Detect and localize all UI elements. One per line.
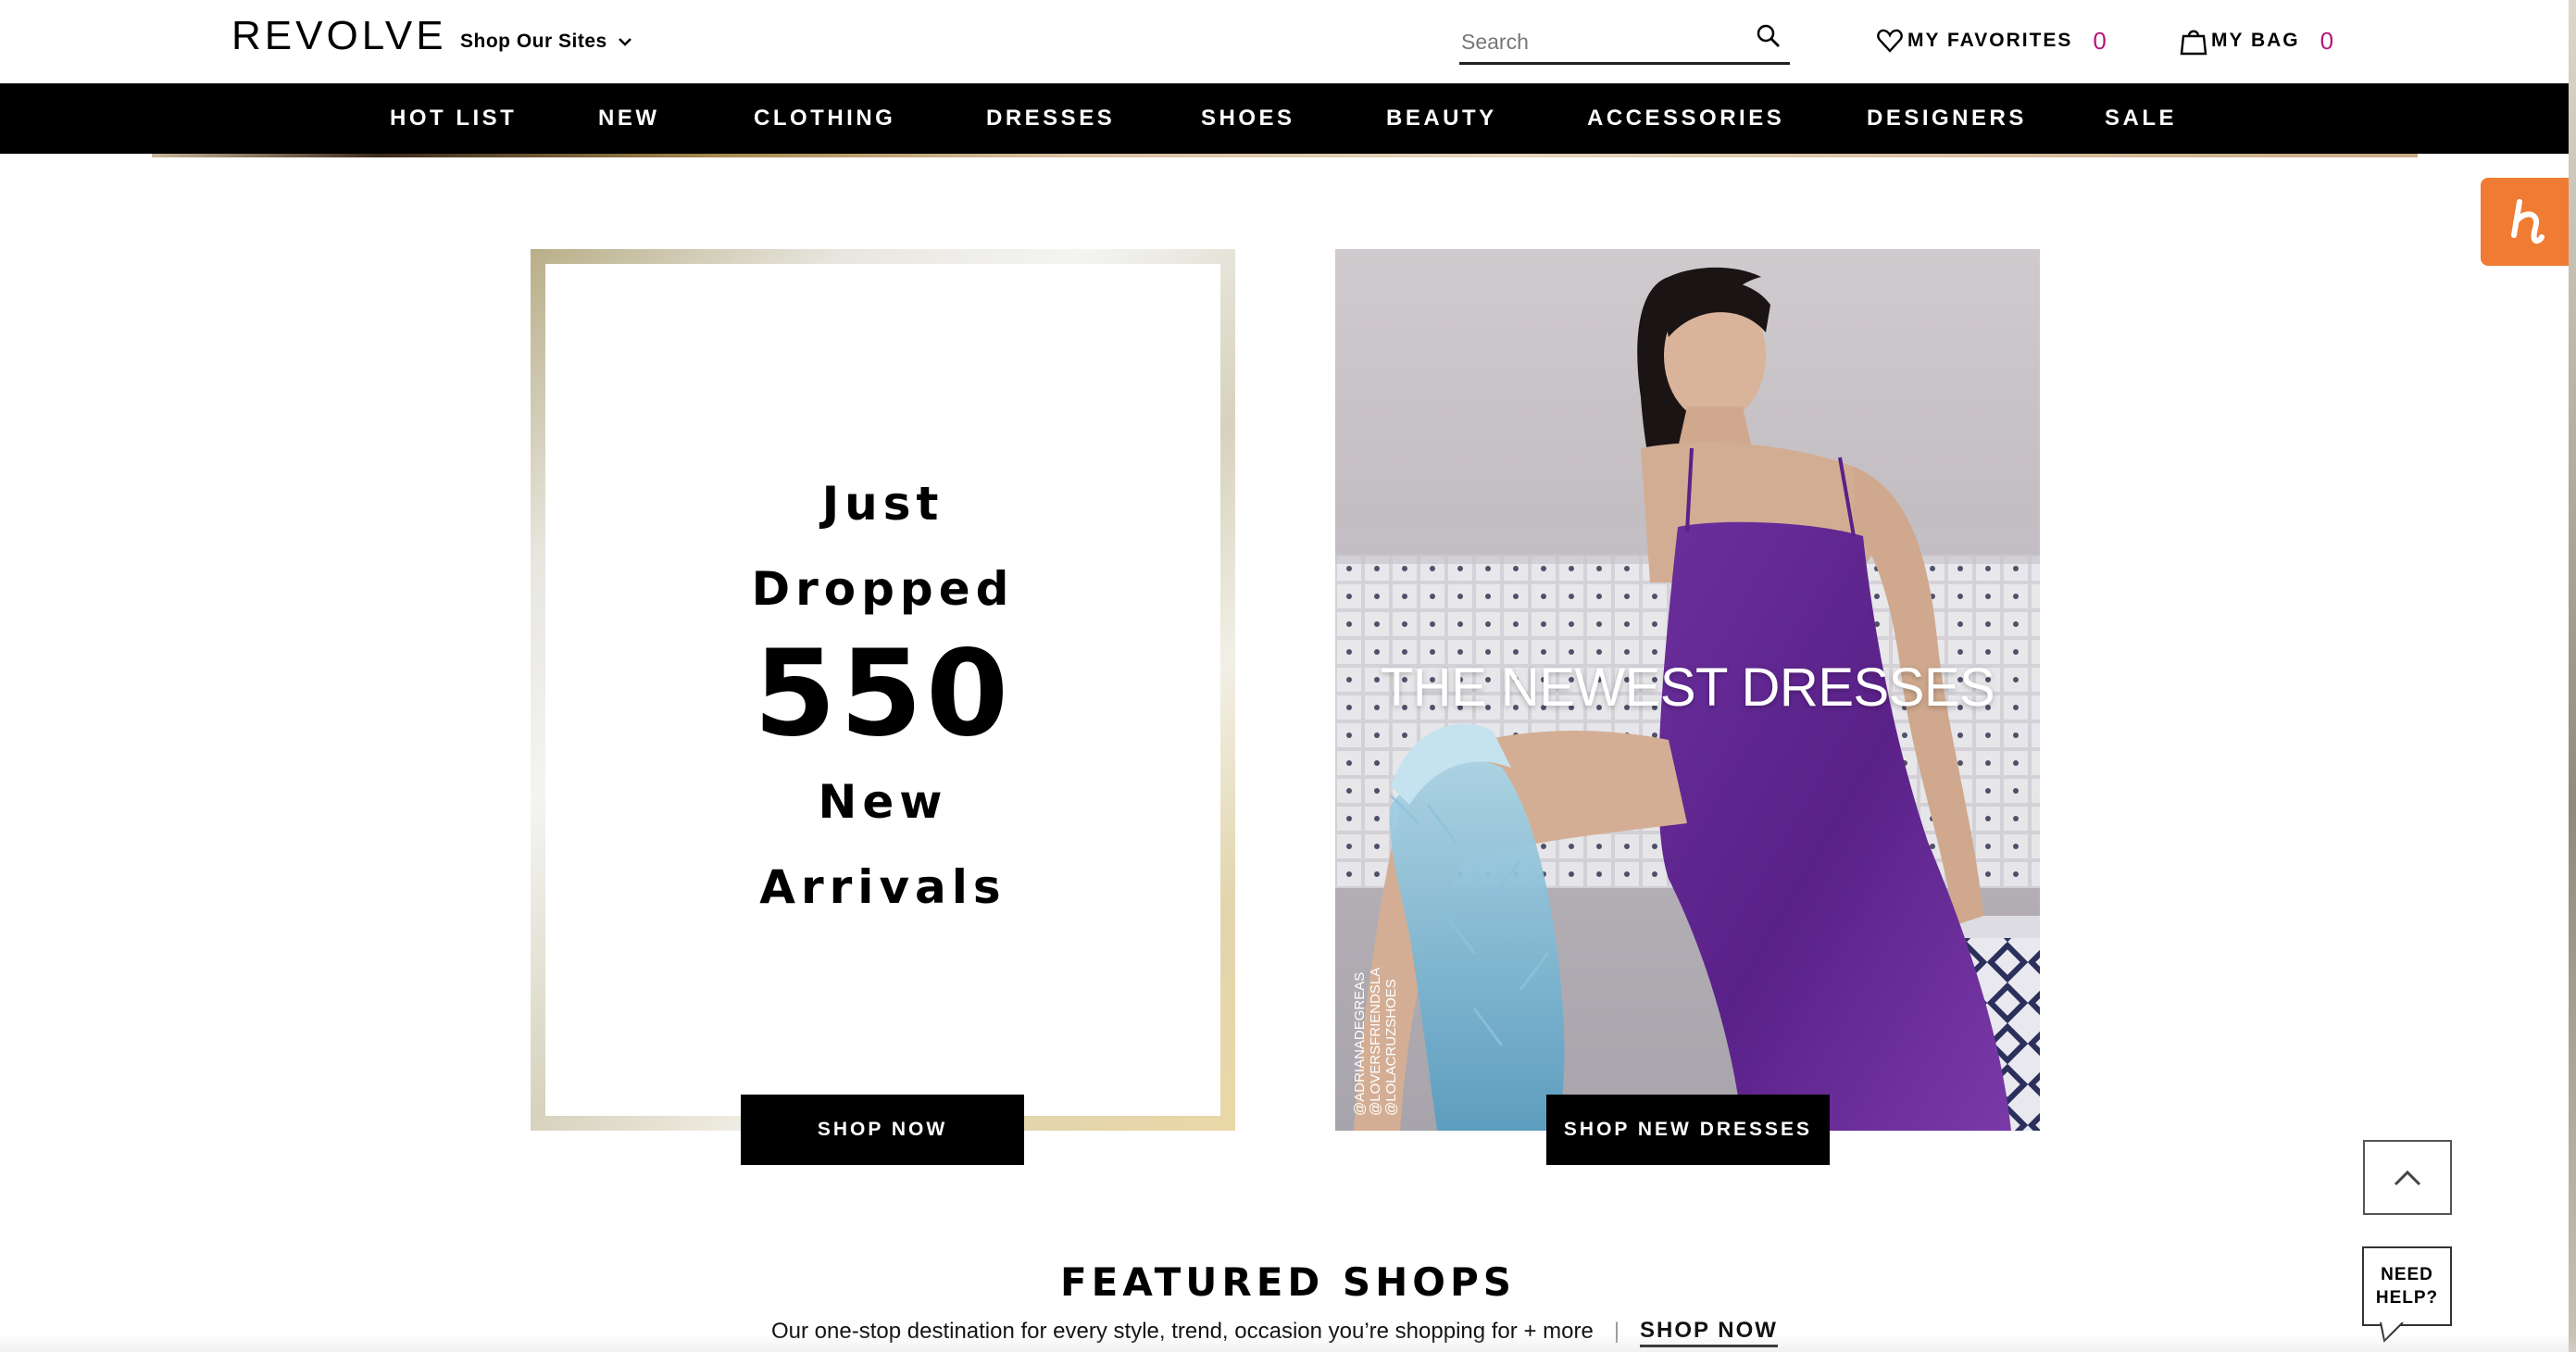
nav-item-sale[interactable]: SALE [2105, 83, 2177, 154]
nav-item-beauty[interactable]: BEAUTY [1386, 83, 1497, 154]
window-edge [2569, 0, 2576, 1352]
shop-new-dresses-button[interactable]: SHOP NEW DRESSES [1546, 1095, 1830, 1165]
need-help-chat-button[interactable]: NEED HELP? [2362, 1246, 2452, 1343]
favorites-count: 0 [2093, 27, 2107, 55]
nav-item-clothing[interactable]: CLOTHING [754, 83, 895, 154]
promo-line-dropped: Dropped [751, 562, 1015, 616]
featured-shops-subtitle: Our one-stop destination for every style… [771, 1315, 1778, 1348]
featured-shops-separator: | [1613, 1319, 1620, 1344]
featured-shops-description: Our one-stop destination for every style… [771, 1319, 1594, 1344]
shopping-bag-icon [2180, 30, 2207, 56]
newest-dresses-headline: THE NEWEST DRESSES [1380, 657, 1995, 718]
promo-card-inner: Just Dropped 550 New Arrivals [545, 264, 1220, 1116]
revolve-logo[interactable]: REVOLVE [231, 13, 447, 59]
search-icon[interactable] [1755, 22, 1782, 50]
top-header: REVOLVE Shop Our Sites MY FAVORITES 0 MY… [0, 0, 2576, 83]
featured-shops-title: FEATURED SHOPS [1059, 1259, 1517, 1305]
hero-image-edge [152, 154, 2418, 157]
my-bag-label: MY BAG [2211, 30, 2300, 51]
chat-bubble-tail-icon [2380, 1322, 2404, 1343]
shop-our-sites-dropdown[interactable]: Shop Our Sites [460, 28, 633, 56]
nav-item-hot-list[interactable]: HOT LIST [390, 83, 517, 154]
main-nav: HOT LIST NEW CLOTHING DRESSES SHOES BEAU… [0, 83, 2576, 154]
nav-item-accessories[interactable]: ACCESSORIES [1587, 83, 1784, 154]
my-bag-link[interactable]: MY BAG 0 [2180, 24, 2333, 57]
my-favorites-link[interactable]: MY FAVORITES 0 [1876, 24, 2107, 57]
nav-item-new[interactable]: NEW [598, 83, 660, 154]
promo-line-new: New [818, 775, 948, 829]
promo-arrivals-count: 550 [753, 625, 1013, 763]
promo-card-new-arrivals[interactable]: Just Dropped 550 New Arrivals [531, 249, 1235, 1131]
honey-extension-button[interactable] [2481, 178, 2576, 266]
need-help-line1: NEED [2381, 1265, 2433, 1284]
need-help-line2: HELP? [2375, 1288, 2439, 1308]
photo-credits: @ADRIANADEGREAS @LOVERSFRIENDSLA @LOLACR… [1352, 968, 1399, 1116]
my-favorites-label: MY FAVORITES [1907, 30, 2073, 51]
nav-item-dresses[interactable]: DRESSES [986, 83, 1115, 154]
shop-our-sites-label: Shop Our Sites [460, 31, 607, 52]
photo-credit-3: @LOLACRUZSHOES [1383, 979, 1399, 1116]
nav-item-shoes[interactable]: SHOES [1201, 83, 1295, 154]
shop-now-button[interactable]: SHOP NOW [741, 1095, 1024, 1165]
heart-icon [1877, 29, 1903, 53]
promo-line-arrivals: Arrivals [759, 860, 1007, 914]
honey-logo-icon [2510, 198, 2545, 244]
search-box [1459, 20, 1790, 65]
chevron-up-icon [2394, 1170, 2421, 1185]
nav-item-designers[interactable]: DESIGNERS [1867, 83, 2027, 154]
photo-credit-2: @LOVERSFRIENDSLA [1368, 967, 1383, 1116]
bag-count: 0 [2320, 27, 2334, 55]
chevron-down-icon [618, 38, 631, 46]
featured-shop-now-link[interactable]: SHOP NOW [1640, 1317, 1778, 1347]
search-input[interactable] [1459, 26, 1737, 57]
promo-line-just: Just [821, 477, 944, 531]
back-to-top-button[interactable] [2363, 1140, 2452, 1215]
photo-credit-1: @ADRIANADEGREAS [1352, 971, 1368, 1116]
promo-card-newest-dresses[interactable]: THE NEWEST DRESSES @ADRIANADEGREAS @LOVE… [1335, 249, 2040, 1131]
